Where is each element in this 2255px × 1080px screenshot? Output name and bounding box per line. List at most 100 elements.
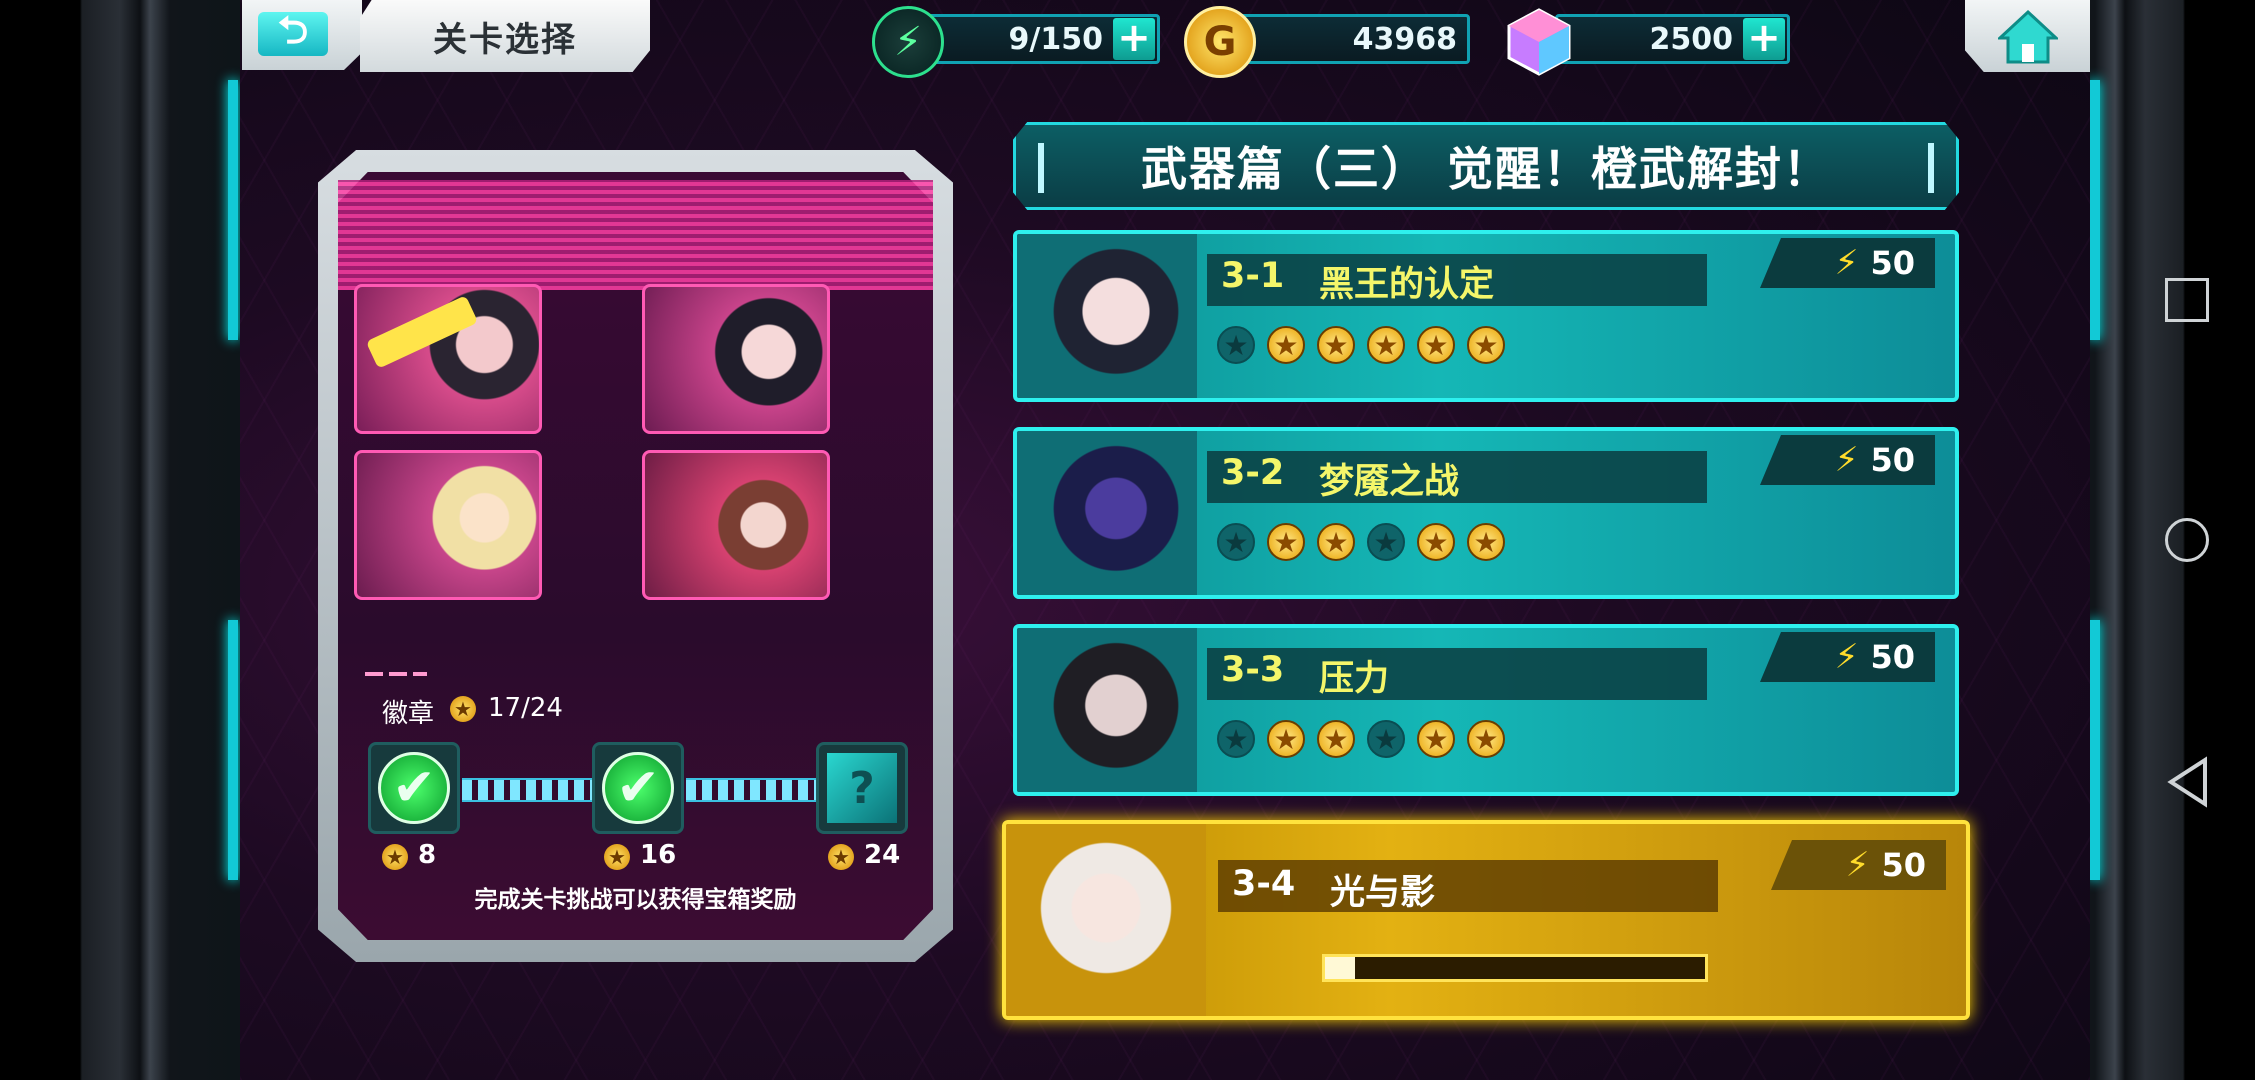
check-icon: ✔ xyxy=(378,752,450,824)
frame-accent-left-lower xyxy=(228,620,238,880)
gem-value: 2500 xyxy=(1649,21,1734,57)
hero-portrait xyxy=(354,284,542,434)
reward-threshold: 8 xyxy=(418,840,437,870)
device-frame-left xyxy=(0,0,240,1080)
star-icon: ★ xyxy=(604,844,630,870)
star-icon: ★ xyxy=(828,844,854,870)
star-icon: ★ xyxy=(1467,326,1505,364)
lightning-icon: ⚡ xyxy=(1845,845,1870,885)
gold-value: 43968 xyxy=(1352,21,1457,57)
page-title: 关卡选择 xyxy=(433,19,577,60)
reward-chest-2[interactable]: ✔ xyxy=(592,742,684,834)
check-icon: ✔ xyxy=(602,752,674,824)
gem-display: 2500 + xyxy=(1555,14,1790,64)
header-accent-bar xyxy=(1928,143,1934,193)
star-icon: ★ xyxy=(1267,326,1305,364)
stage-cost: ⚡ 50 xyxy=(1760,238,1935,288)
star-icon: ★ xyxy=(1367,326,1405,364)
reward-threshold: 16 xyxy=(640,840,677,870)
gold-display: 43968 xyxy=(1230,14,1470,64)
panel-header-stripes xyxy=(338,180,933,290)
back-nav-button[interactable] xyxy=(2165,756,2211,808)
hero-portrait xyxy=(642,450,830,600)
star-icon: ★ xyxy=(1217,326,1255,364)
star-icon: ★ xyxy=(1417,326,1455,364)
frame-accent-right-lower xyxy=(2090,620,2100,880)
hero-portrait xyxy=(354,450,542,600)
stage-card-3-4[interactable]: 3-4 光与影 ⚡ 50 xyxy=(1002,820,1970,1020)
add-gems-button[interactable]: + xyxy=(1743,18,1785,60)
star-icon: ★ xyxy=(1367,523,1405,561)
star-icon: ★ xyxy=(1267,720,1305,758)
add-energy-button[interactable]: + xyxy=(1113,18,1155,60)
star-icon: ★ xyxy=(1367,720,1405,758)
hero-portrait xyxy=(642,284,830,434)
star-icon: ★ xyxy=(1317,326,1355,364)
game-screen: ⮌ 关卡选择 9/150 + ⚡ 43968 G 2500 + 徽章 ★ 17/… xyxy=(240,0,2090,1080)
stage-stars: ★ ★ ★ ★ ★ ★ xyxy=(1217,720,1505,758)
chapter-title: 武器篇（三） 觉醒！橙武解封！ xyxy=(1140,142,1831,196)
lightning-icon: ⚡ xyxy=(1834,243,1859,283)
decorative-dashes xyxy=(365,672,427,676)
star-icon: ★ xyxy=(1317,523,1355,561)
mystery-box-icon: ? xyxy=(827,753,897,823)
reward-connector xyxy=(686,778,816,802)
badge-count: 17/24 xyxy=(488,693,563,723)
back-arrow-icon: ⮌ xyxy=(258,8,328,56)
lightning-icon: ⚡ xyxy=(1834,440,1859,480)
golden-sword-icon xyxy=(365,295,479,369)
stage-stars: ★ ★ ★ ★ ★ ★ xyxy=(1217,523,1505,561)
stage-name: 黑王的认定 xyxy=(1319,265,1495,305)
stage-progress-bar xyxy=(1322,954,1708,982)
lightning-icon: ⚡ xyxy=(872,6,944,78)
back-button[interactable]: ⮌ xyxy=(242,0,362,70)
star-icon: ★ xyxy=(1267,523,1305,561)
reward-hint: 完成关卡挑战可以获得宝箱奖励 xyxy=(474,887,797,913)
energy-value: 9/150 xyxy=(1008,21,1103,57)
recent-apps-button[interactable] xyxy=(2165,278,2209,322)
stage-id: 3-3 xyxy=(1221,650,1285,690)
stage-cost: ⚡ 50 xyxy=(1760,632,1935,682)
stage-name: 压力 xyxy=(1319,659,1390,699)
stage-cost-value: 50 xyxy=(1881,846,1926,884)
stage-cost-value: 50 xyxy=(1870,638,1915,676)
stage-id: 3-1 xyxy=(1221,256,1285,296)
page-title-plate: 关卡选择 xyxy=(360,0,650,72)
stage-cost: ⚡ 50 xyxy=(1760,435,1935,485)
stage-portrait xyxy=(1017,628,1197,792)
stage-name: 梦魇之战 xyxy=(1319,462,1460,502)
reward-chest-1[interactable]: ✔ xyxy=(368,742,460,834)
gem-icon xyxy=(1507,8,1571,76)
star-icon: ★ xyxy=(450,696,476,722)
star-icon: ★ xyxy=(1417,523,1455,561)
reward-threshold: 24 xyxy=(864,840,901,870)
header-accent-bar xyxy=(1038,143,1044,193)
energy-display: 9/150 + xyxy=(920,14,1160,64)
star-icon: ★ xyxy=(1417,720,1455,758)
stage-portrait xyxy=(1006,824,1206,1016)
stage-card-3-2[interactable]: 3-2 梦魇之战 ⚡ 50 ★ ★ ★ ★ ★ ★ xyxy=(1013,427,1959,599)
frame-accent-left xyxy=(228,80,238,340)
chapter-header: 武器篇（三） 觉醒！橙武解封！ xyxy=(1013,122,1959,210)
lightning-icon: ⚡ xyxy=(1834,637,1859,677)
star-icon: ★ xyxy=(1217,523,1255,561)
star-icon: ★ xyxy=(1467,720,1505,758)
badge-label: 徽章 xyxy=(382,699,435,729)
stage-progress-fill xyxy=(1325,957,1356,979)
home-button[interactable] xyxy=(1965,0,2090,72)
stage-cost-value: 50 xyxy=(1870,441,1915,479)
frame-accent-right xyxy=(2090,80,2100,340)
stage-id: 3-2 xyxy=(1221,453,1285,493)
stage-card-3-3[interactable]: 3-3 压力 ⚡ 50 ★ ★ ★ ★ ★ ★ xyxy=(1013,624,1959,796)
home-nav-button[interactable] xyxy=(2165,518,2209,562)
stage-card-3-1[interactable]: 3-1 黑王的认定 ⚡ 50 ★ ★ ★ ★ ★ ★ xyxy=(1013,230,1959,402)
reward-connector xyxy=(462,778,592,802)
stage-cost: ⚡ 50 xyxy=(1771,840,1946,890)
reward-chest-3[interactable]: ? xyxy=(816,742,908,834)
stage-cost-value: 50 xyxy=(1870,244,1915,282)
stage-stars: ★ ★ ★ ★ ★ ★ xyxy=(1217,326,1505,364)
stage-portrait xyxy=(1017,234,1197,398)
stage-name: 光与影 xyxy=(1330,873,1436,913)
star-icon: ★ xyxy=(1317,720,1355,758)
stage-id: 3-4 xyxy=(1232,864,1296,904)
